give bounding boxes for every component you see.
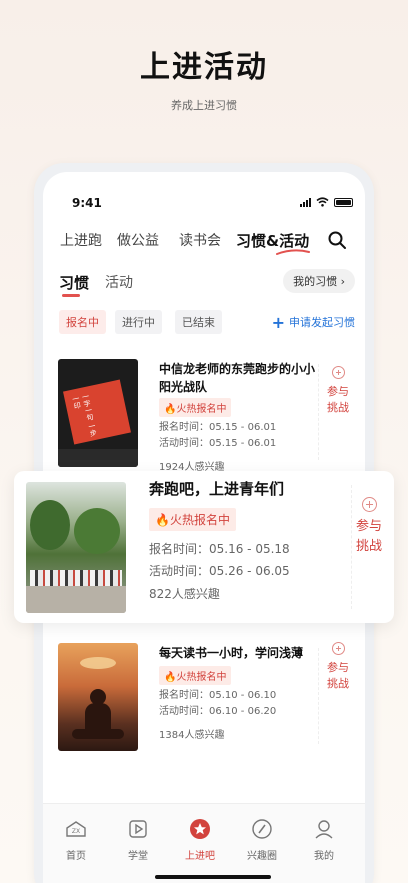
hot-signup-badge: 🔥火热报名中 [149,508,236,531]
meditation-image [58,643,138,751]
card-title: 每天读书一小时，学问浅薄 [159,646,304,660]
bottom-nav: ZX 首页 学堂 上进吧 兴趣圈 我的 [43,803,365,883]
search-icon[interactable] [327,230,347,250]
fire-icon: 🔥 [164,672,177,683]
subtab-habits[interactable]: 习惯 [59,272,89,293]
book-cover-text-1: 一字一句 [80,392,95,422]
nav-home-label: 首页 [66,851,86,862]
join-challenge-button[interactable]: 参与挑战 [356,497,382,557]
activity-time: 活动时间：05.26 - 06.05 [149,564,290,578]
wifi-icon [316,197,329,207]
hero-title: 上进活动 [140,50,268,85]
plus-circle-icon [331,642,345,655]
person-icon [315,820,333,839]
nav-me-label: 我的 [314,851,334,862]
top-tabs: 上进跑 做公益 读书会 习惯&活动 [60,230,351,255]
hot-signup-badge: 🔥火热报名中 [159,666,232,685]
signup-time: 报名时间：05.10 - 06.10 [159,690,277,701]
play-icon [129,820,147,838]
card-divider [351,485,352,609]
nav-home[interactable]: ZX 首页 [46,818,106,862]
book-cover-image: 一字一句 一步一印 [58,359,138,467]
filter-ongoing[interactable]: 进行中 [115,310,162,334]
home-indicator [155,875,271,879]
apply-habit-label: 申请发起习惯 [289,316,355,329]
habit-card[interactable]: 一字一句 一步一印 中信龙老师的东莞跑步的小小阳光战队 🔥火热报名中 报名时间：… [53,354,355,473]
habit-card[interactable]: 每天读书一小时，学问浅薄 🔥火热报名中 报名时间：05.10 - 06.10 活… [53,638,355,756]
filter-ended[interactable]: 已结束 [175,310,222,334]
active-tab-underline [276,249,310,255]
svg-text:ZX: ZX [72,828,80,835]
tab-book-club[interactable]: 读书会 [179,230,221,250]
status-time: 9:41 [72,196,102,210]
fire-icon: 🔥 [155,513,170,527]
join-challenge-button[interactable]: 参与挑战 [325,642,351,692]
star-icon [190,819,210,839]
nav-school-label: 学堂 [128,851,148,862]
card-title: 中信龙老师的东莞跑步的小小阳光战队 [159,362,316,394]
activity-dates: 报名时间：05.16 - 05.18 活动时间：05.26 - 06.05 [149,538,290,582]
nav-me[interactable]: 我的 [294,818,354,862]
hero-subtitle: 养成上进习惯 [171,99,237,112]
interest-count: 822人感兴趣 [149,587,220,601]
plus-circle-icon [331,366,345,379]
card-title: 奔跑吧，上进青年们 [149,480,285,498]
plus-circle-icon [361,497,377,512]
nav-interest-label: 兴趣圈 [247,851,277,862]
interest-count: 1384人感兴趣 [159,730,225,741]
nav-interest[interactable]: 兴趣圈 [232,818,292,862]
signup-time: 报名时间：05.16 - 05.18 [149,542,290,556]
group-photo-image [26,482,126,613]
apply-habit-link[interactable]: + 申请发起习惯 [272,313,355,332]
nav-progress[interactable]: 上进吧 [170,818,230,862]
filter-signup[interactable]: 报名中 [59,310,106,334]
activity-time: 活动时间：06.10 - 06.20 [159,706,277,717]
subtab-indicator [62,294,80,297]
tab-run[interactable]: 上进跑 [60,230,102,250]
status-icons [300,197,353,207]
tab-habits-activities[interactable]: 习惯&活动 [236,230,309,251]
my-habits-button[interactable]: 我的习惯 › [283,269,355,293]
sub-tabs: 习惯 活动 我的习惯 › [59,269,355,297]
battery-icon [334,197,353,207]
fire-icon: 🔥 [164,404,177,415]
nav-school[interactable]: 学堂 [108,818,168,862]
card-divider [318,364,319,460]
signal-icon [300,197,311,207]
filter-bar: 报名中 进行中 已结束 + 申请发起习惯 [59,310,355,334]
activity-time: 活动时间：05.15 - 06.01 [159,438,277,449]
nav-progress-label: 上进吧 [185,851,215,862]
plus-icon: + [271,313,285,332]
pen-circle-icon [252,819,272,839]
card-divider [318,648,319,744]
signup-time: 报名时间：05.15 - 06.01 [159,422,277,433]
home-icon: ZX [66,821,86,837]
tab-charity[interactable]: 做公益 [117,230,159,250]
hot-signup-badge: 🔥火热报名中 [159,398,232,417]
join-challenge-button[interactable]: 参与挑战 [325,366,351,416]
featured-habit-card[interactable]: 奔跑吧，上进青年们 🔥火热报名中 报名时间：05.16 - 05.18 活动时间… [14,471,394,623]
subtab-activities[interactable]: 活动 [105,272,133,292]
